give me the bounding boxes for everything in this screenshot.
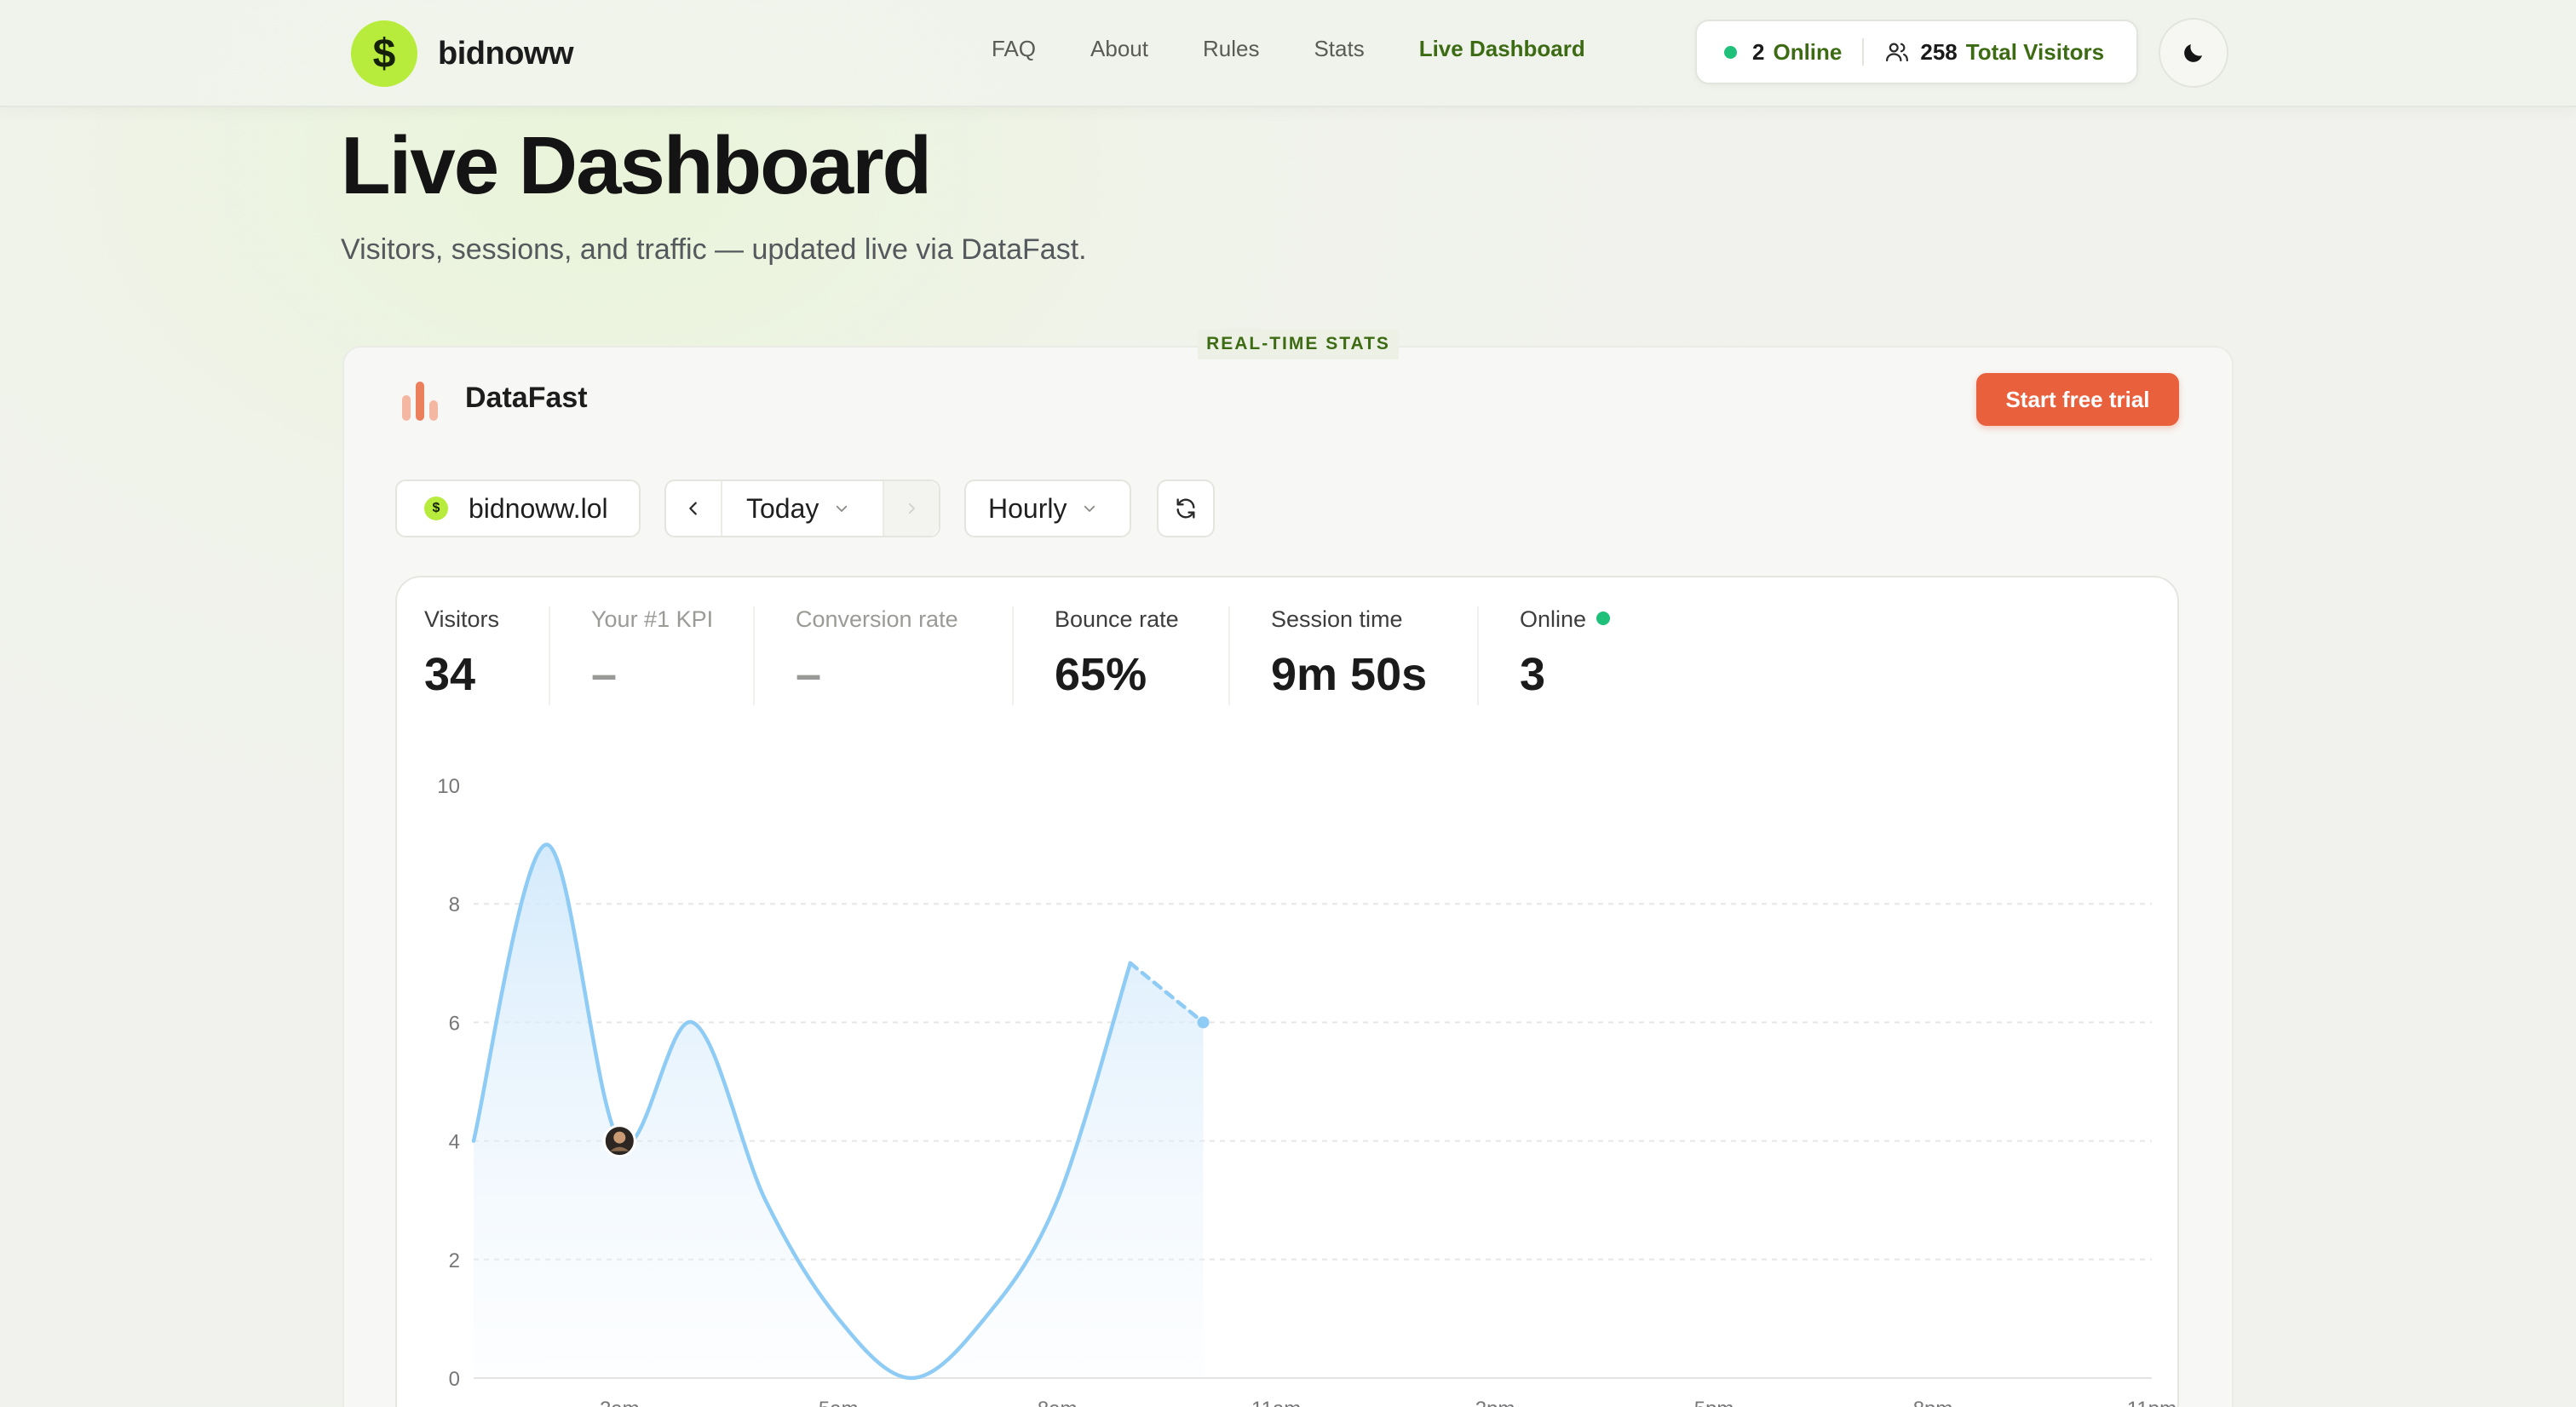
y-tick-label: 6	[449, 1012, 460, 1035]
visitors-chart[interactable]: 0 2 4 6 8 10 2am 5am 8am 11am 2pm 5pm 8pm 11pm	[0, 0, 2576, 1407]
x-tick-label: 11pm	[2127, 1398, 2176, 1407]
y-tick-label: 8	[449, 893, 460, 916]
y-tick-label: 0	[449, 1368, 460, 1391]
x-tick-label: 11am	[1251, 1398, 1301, 1407]
y-tick-label: 4	[449, 1131, 460, 1154]
x-tick-label: 2am	[600, 1398, 640, 1407]
x-tick-label: 8am	[1038, 1398, 1078, 1407]
visitor-avatar-face	[613, 1131, 626, 1144]
x-tick-label: 5am	[819, 1398, 859, 1407]
x-tick-label: 8pm	[1913, 1398, 1953, 1407]
area-fill	[474, 844, 1204, 1378]
y-tick-label: 10	[437, 775, 460, 798]
y-tick-label: 2	[449, 1249, 460, 1272]
x-tick-label: 2pm	[1475, 1398, 1515, 1407]
x-tick-label: 5pm	[1694, 1398, 1734, 1407]
current-data-point	[1197, 1016, 1210, 1029]
